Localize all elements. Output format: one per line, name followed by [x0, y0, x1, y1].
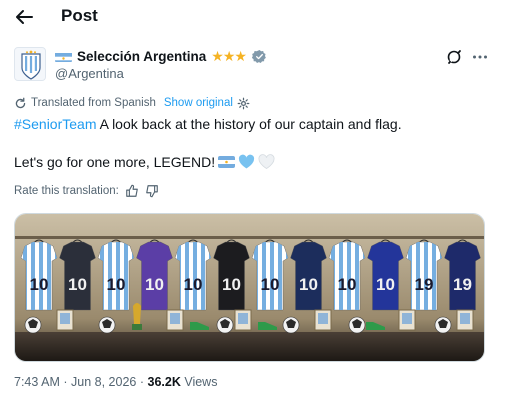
argentina-flag-emoji-icon [218, 154, 236, 170]
tweet-text-line2: Let's go for one more, LEGEND! [14, 153, 275, 171]
jersey-display-illustration: 10 10 10 10 10 10 10 10 10 10 19 19 [15, 214, 484, 361]
meta-separator: · [139, 375, 145, 389]
jersey: 10 [367, 239, 404, 311]
post-time[interactable]: 7:43 AM [14, 375, 60, 389]
jersey-number: 10 [145, 275, 164, 294]
jersey: 10 [213, 239, 250, 311]
translate-icon [14, 97, 27, 110]
memorabilia-frame [314, 309, 332, 331]
page-title: Post [61, 6, 98, 25]
tweet-text-line1: #SeniorTeam A look back at the history o… [14, 115, 402, 133]
jersey-number: 10 [222, 275, 241, 294]
thumbs-down-icon[interactable] [145, 184, 159, 198]
memorabilia-ball [98, 316, 116, 334]
author-display-name[interactable]: Selección Argentina [77, 49, 206, 64]
stars-icon: ★★★ [211, 47, 247, 64]
memorabilia-frame [166, 309, 184, 331]
memorabilia-frame [456, 309, 474, 331]
jersey-number: 10 [299, 275, 318, 294]
meta-separator: · [63, 375, 68, 389]
tweet-text: A look back at the history of our captai… [96, 116, 402, 132]
translation-row: Translated from Spanish Show original [14, 95, 250, 111]
argentina-flag-icon [55, 51, 72, 62]
translated-label: Translated from Spanish [31, 97, 156, 109]
jersey-number: 10 [261, 275, 280, 294]
more-icon[interactable] [472, 50, 488, 64]
show-original-link[interactable]: Show original [164, 97, 233, 109]
avatar[interactable] [14, 47, 46, 81]
gear-icon[interactable] [237, 97, 250, 110]
hashtag-link[interactable]: #SeniorTeam [14, 116, 97, 132]
views-count: 36.2K [147, 375, 181, 389]
memorabilia-ball [24, 316, 42, 334]
jersey-number: 10 [338, 275, 357, 294]
jersey: 19 [444, 239, 481, 311]
post-media-image[interactable]: 10 10 10 10 10 10 10 10 10 10 19 19 [14, 213, 485, 362]
jersey: 10 [59, 239, 96, 311]
jersey-number: 10 [30, 275, 49, 294]
post-meta: 7:43 AM · Jun 8, 2026 · 36.2K Views [14, 375, 217, 389]
memorabilia-frame [398, 309, 416, 331]
white-heart-emoji-icon [258, 154, 275, 170]
author-handle[interactable]: @Argentina [55, 66, 124, 81]
memorabilia-frame [234, 309, 252, 331]
memorabilia-ball [216, 316, 234, 334]
top-bar: Post [0, 0, 517, 36]
rate-translation-label: Rate this translation: [14, 185, 119, 197]
jersey-number: 19 [415, 275, 434, 294]
jersey-number: 10 [184, 275, 203, 294]
memorabilia-frame [56, 309, 74, 331]
views-label: Views [184, 375, 218, 389]
rate-translation-row: Rate this translation: [14, 183, 159, 199]
jersey-number: 10 [68, 275, 87, 294]
jersey-number: 10 [376, 275, 395, 294]
memorabilia-ball [434, 316, 452, 334]
jersey-number: 19 [453, 275, 472, 294]
grok-icon[interactable] [446, 49, 462, 65]
memorabilia-ball [348, 316, 366, 334]
jersey: 10 [290, 239, 327, 311]
jersey: 10 [136, 239, 173, 311]
blue-heart-emoji-icon [238, 154, 255, 170]
author-name-row[interactable]: Selección Argentina ★★★ [55, 47, 267, 65]
jersey-number: 10 [107, 275, 126, 294]
post-date[interactable]: Jun 8, 2026 [71, 375, 136, 389]
thumbs-up-icon[interactable] [125, 184, 139, 198]
verified-badge-icon [251, 49, 267, 64]
back-arrow-icon[interactable] [12, 6, 36, 28]
tweet-text-legend: Let's go for one more, LEGEND! [14, 154, 216, 170]
memorabilia-ball [282, 316, 300, 334]
